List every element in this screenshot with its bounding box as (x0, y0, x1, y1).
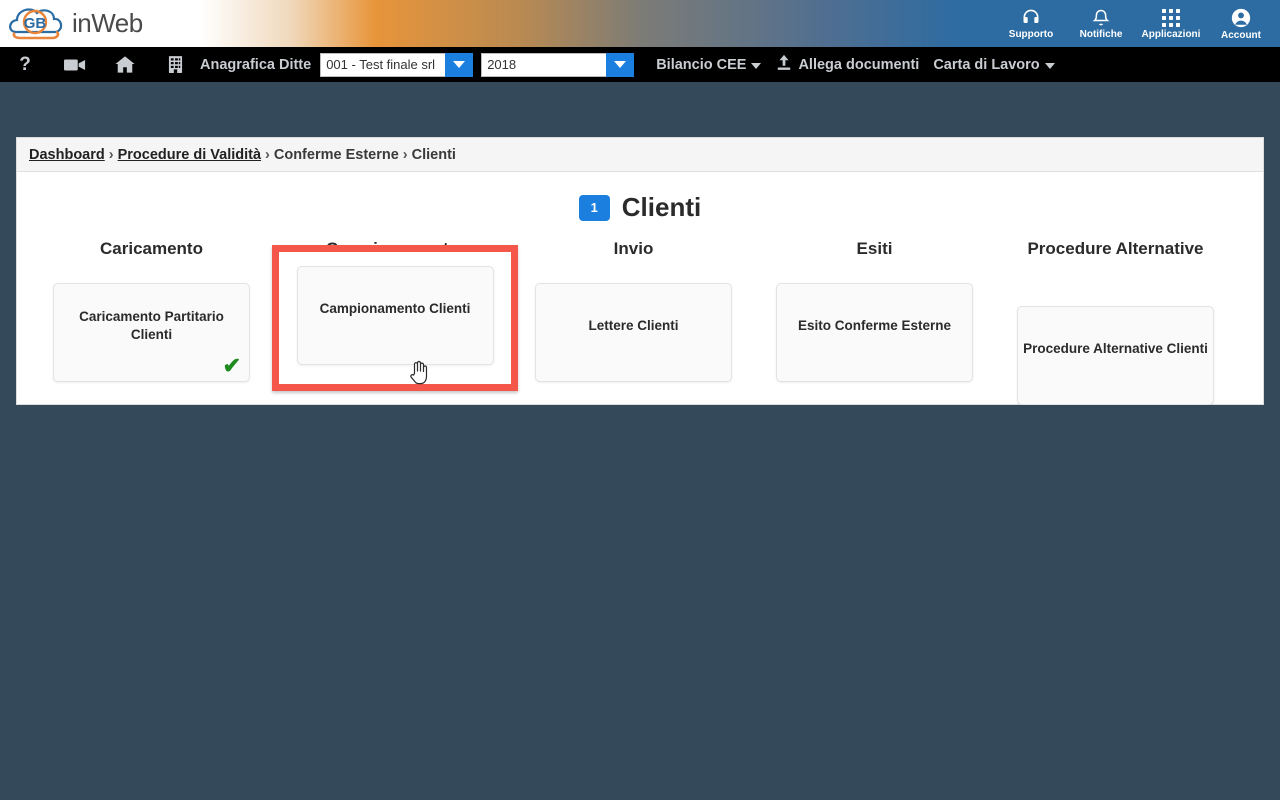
company-dropdown-chevron-down-icon[interactable] (445, 52, 474, 77)
apps-grid-icon (1161, 8, 1181, 28)
menu-bilancio-cee[interactable]: Bilancio CEE (656, 56, 762, 73)
svg-text:GB: GB (24, 15, 47, 32)
bell-icon (1091, 8, 1111, 28)
workflow-column-procedure-alternative: Procedure Alternative Procedure Alternat… (995, 237, 1236, 405)
main-toolbar: ? Anagrafica Ditte Bilancio C (0, 47, 1280, 82)
card-label: Caricamento Partitario Clienti (79, 308, 224, 342)
gb-cloud-logo-icon: GB (9, 8, 63, 40)
workflow-column-campionamento: Campionamento Campionamento Clienti (272, 237, 518, 405)
brand-item-label: Account (1221, 29, 1261, 41)
menu-carta-di-lavoro-label: Carta di Lavoro (933, 56, 1040, 73)
building-icon[interactable] (150, 47, 200, 82)
home-icon[interactable] (100, 47, 150, 82)
headset-icon (1020, 8, 1042, 28)
company-input[interactable] (320, 52, 446, 77)
breadcrumb-item-procedure-di-validita[interactable]: Procedure di Validità (118, 147, 261, 163)
year-input[interactable] (481, 52, 607, 77)
account-circle-icon (1230, 7, 1252, 29)
highlight-box: Campionamento Clienti (272, 245, 518, 391)
breadcrumb-separator: › (108, 146, 114, 163)
card-label: Lettere Clienti (588, 317, 679, 333)
brand-item-label: Supporto (1008, 28, 1054, 40)
chevron-down-icon (751, 63, 762, 69)
completed-check-icon: ✔ (222, 353, 241, 378)
brand-item-supporto[interactable]: Supporto (996, 0, 1066, 47)
column-heading: Invio (613, 239, 654, 258)
content-panel: Dashboard › Procedure di Validità › Conf… (16, 137, 1264, 405)
card-label: Procedure Alternative Clienti (1023, 340, 1208, 356)
brand-item-label: Notifiche (1079, 28, 1123, 40)
workflow-columns: Caricamento Caricamento Partitario Clien… (17, 237, 1263, 405)
upload-icon (775, 54, 793, 76)
card-lettere-clienti[interactable]: Lettere Clienti (535, 283, 732, 382)
breadcrumb-item-conferme-esterne: Conferme Esterne (273, 146, 399, 163)
breadcrumb-item-dashboard[interactable]: Dashboard (29, 147, 105, 163)
breadcrumb-separator: › (402, 146, 408, 163)
brand-item-notifiche[interactable]: Notifiche (1066, 0, 1136, 47)
video-camera-icon[interactable] (50, 47, 100, 82)
menu-carta-di-lavoro[interactable]: Carta di Lavoro (933, 56, 1055, 73)
brand-header: GB inWeb Supporto Notifiche Applicazioni… (0, 0, 1280, 47)
card-esito-conferme-esterne[interactable]: Esito Conferme Esterne (776, 283, 973, 382)
logo[interactable]: GB inWeb (6, 2, 143, 44)
page-title-row: 1 Clienti (17, 192, 1263, 223)
column-heading: Esiti (856, 239, 893, 258)
column-heading: Procedure Alternative (1027, 239, 1204, 258)
mouse-cursor-pointer-icon (409, 360, 429, 391)
card-caricamento-partitario-clienti[interactable]: Caricamento Partitario Clienti ✔ (53, 283, 250, 382)
company-label: Anagrafica Ditte (200, 56, 312, 73)
step-badge: 1 (578, 194, 610, 221)
logo-text: inWeb (72, 7, 143, 38)
allega-documenti-button[interactable]: Allega documenti (775, 54, 919, 76)
card-campionamento-clienti[interactable]: Campionamento Clienti (296, 266, 494, 365)
card-label: Esito Conferme Esterne (797, 317, 952, 333)
brand-actions: Supporto Notifiche Applicazioni Account (996, 0, 1276, 47)
year-select[interactable] (481, 52, 635, 77)
breadcrumb-item-clienti: Clienti (411, 146, 456, 163)
brand-item-applicazioni[interactable]: Applicazioni (1136, 0, 1206, 47)
brand-item-label: Applicazioni (1141, 28, 1201, 40)
workflow-column-invio: Invio Lettere Clienti (513, 237, 754, 405)
breadcrumb-separator: › (265, 146, 270, 163)
help-icon[interactable]: ? (0, 47, 50, 82)
year-dropdown-chevron-down-icon[interactable] (606, 52, 635, 77)
page-title: Clienti (621, 192, 702, 222)
menu-bilancio-cee-label: Bilancio CEE (656, 56, 747, 73)
allega-documenti-label: Allega documenti (798, 56, 920, 73)
column-heading: Caricamento (100, 239, 203, 258)
card-label: Campionamento Clienti (319, 300, 471, 316)
brand-item-account[interactable]: Account (1206, 0, 1276, 47)
card-procedure-alternative-clienti[interactable]: Procedure Alternative Clienti (1017, 306, 1214, 405)
company-select[interactable] (320, 52, 474, 77)
workflow-column-caricamento: Caricamento Caricamento Partitario Clien… (31, 237, 272, 405)
chevron-down-icon (1044, 63, 1055, 69)
breadcrumb: Dashboard › Procedure di Validità › Conf… (17, 138, 1263, 172)
workflow-column-esiti: Esiti Esito Conferme Esterne (754, 237, 995, 405)
